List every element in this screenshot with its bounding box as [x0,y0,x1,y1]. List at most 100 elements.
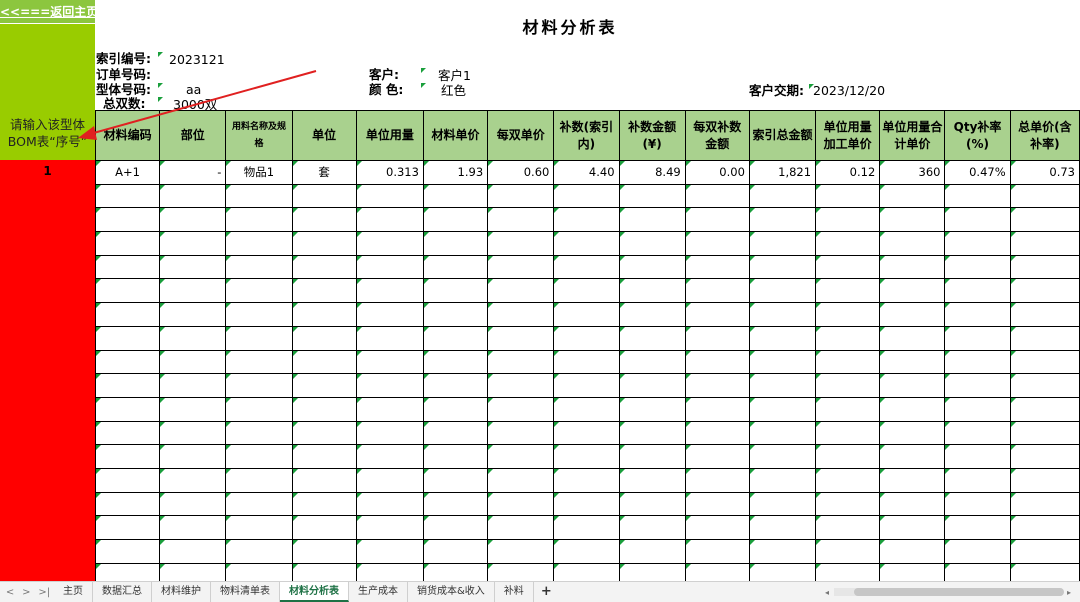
table-cell[interactable] [815,562,881,581]
table-cell[interactable] [159,373,227,398]
table-cell[interactable] [684,207,750,233]
table-cell[interactable] [944,562,1011,581]
table-cell[interactable] [355,231,424,256]
table-cell[interactable] [553,420,620,446]
table-cell[interactable] [879,515,946,540]
header-unit[interactable]: 单位 [291,110,357,161]
table-cell[interactable] [95,302,161,327]
table-cell[interactable] [553,562,620,581]
table-cell[interactable] [95,373,161,398]
table-cell[interactable] [487,278,555,304]
table-cell[interactable] [815,420,881,446]
next-sheet-icon[interactable]: > [22,587,30,598]
table-cell[interactable] [684,515,750,540]
table-cell[interactable] [1009,278,1080,304]
table-cell[interactable] [291,373,357,398]
scroll-thumb[interactable] [854,588,1064,596]
table-cell[interactable] [487,444,555,469]
table-cell[interactable] [553,278,620,304]
table-cell[interactable] [1009,254,1080,280]
tab-home[interactable]: 主页 [54,582,93,602]
table-cell[interactable] [487,231,555,256]
prev-sheet-icon[interactable]: < [6,587,14,598]
table-cell[interactable] [355,278,424,304]
table-cell[interactable] [553,539,620,564]
table-cell[interactable] [553,325,620,351]
table-cell[interactable] [95,539,161,564]
table-cell[interactable] [618,396,686,422]
table-cell[interactable] [618,515,686,540]
table-cell[interactable] [355,515,424,540]
table-cell[interactable] [487,325,555,351]
table-cell[interactable] [944,396,1011,422]
table-cell[interactable] [487,562,555,581]
table-cell[interactable] [487,349,555,375]
header-supplement-qty[interactable]: 补数(索引内) [553,110,620,161]
table-cell[interactable] [355,539,424,564]
add-sheet-button[interactable]: + [534,582,559,602]
table-cell[interactable] [225,254,293,280]
table-cell[interactable] [944,207,1011,233]
table-cell[interactable] [748,467,817,493]
table-cell[interactable] [225,467,293,493]
table-cell[interactable] [879,278,946,304]
header-supplement-per-pair[interactable]: 每双补数金额 [684,110,750,161]
table-cell[interactable]: 360 [879,160,946,185]
table-cell[interactable] [225,373,293,398]
table-cell[interactable] [355,396,424,422]
header-total-unit-price[interactable]: 单位用量合计单价 [879,110,946,161]
table-cell[interactable] [422,444,489,469]
table-cell[interactable] [944,325,1011,351]
table-cell[interactable] [618,325,686,351]
table-cell[interactable] [159,325,227,351]
table-cell[interactable] [487,373,555,398]
table-cell[interactable] [815,444,881,469]
table-cell[interactable] [159,444,227,469]
table-cell[interactable] [748,420,817,446]
table-cell[interactable] [487,207,555,233]
table-cell[interactable] [225,231,293,256]
table-cell[interactable] [95,349,161,375]
table-cell[interactable] [355,491,424,517]
table-cell[interactable] [1009,396,1080,422]
table-cell[interactable] [159,467,227,493]
table-cell[interactable] [487,183,555,209]
table-cell[interactable] [225,562,293,581]
table-cell[interactable] [355,254,424,280]
table-cell[interactable] [748,373,817,398]
table-cell[interactable] [748,539,817,564]
table-cell[interactable] [684,491,750,517]
table-cell[interactable] [944,278,1011,304]
header-material-price[interactable]: 材料单价 [422,110,489,161]
table-cell[interactable] [815,207,881,233]
table-cell[interactable] [159,302,227,327]
table-cell[interactable] [618,467,686,493]
table-cell[interactable] [684,444,750,469]
table-cell[interactable] [553,396,620,422]
table-cell[interactable] [944,420,1011,446]
header-supplement-amount[interactable]: 补数金额(¥) [618,110,686,161]
tab-bom-list[interactable]: 物料清单表 [211,582,280,602]
table-cell[interactable] [291,515,357,540]
table-cell[interactable] [684,373,750,398]
table-cell[interactable] [291,396,357,422]
table-cell[interactable] [291,231,357,256]
table-cell[interactable] [618,491,686,517]
table-cell[interactable] [95,278,161,304]
table-cell[interactable] [225,491,293,517]
table-cell[interactable] [95,515,161,540]
header-price-per-pair[interactable]: 每双单价 [487,110,555,161]
table-cell[interactable] [422,515,489,540]
table-cell[interactable] [684,278,750,304]
header-material-name-spec[interactable]: 用料名称及规格 [225,110,293,161]
table-cell[interactable] [1009,444,1080,469]
table-cell[interactable] [1009,562,1080,581]
table-cell[interactable] [944,254,1011,280]
table-cell[interactable]: 4.40 [553,160,620,185]
table-cell[interactable] [944,349,1011,375]
table-cell[interactable] [422,231,489,256]
table-cell[interactable] [487,254,555,280]
input-highlight-area[interactable] [0,160,95,581]
table-cell[interactable]: 套 [291,160,357,185]
table-cell[interactable] [684,396,750,422]
